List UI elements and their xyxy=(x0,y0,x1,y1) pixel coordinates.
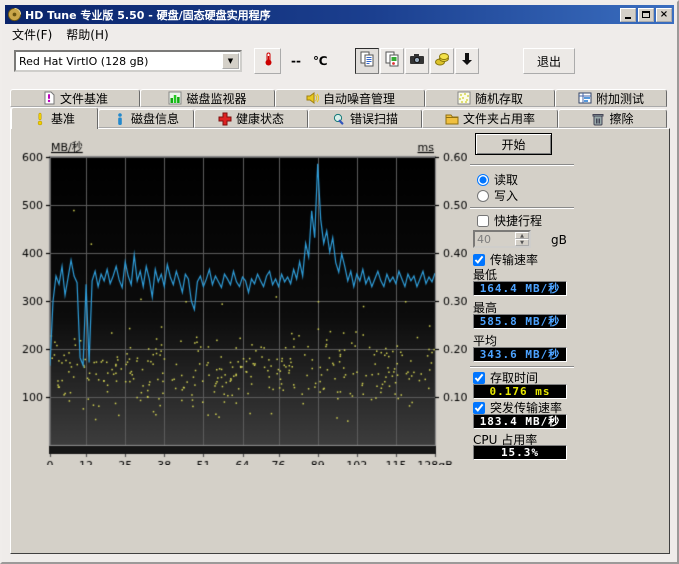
tab-label: 附加测试 xyxy=(596,90,644,107)
drive-select-value: Red Hat VirtIO (128 gB) xyxy=(16,55,222,68)
write-radio-label: 写入 xyxy=(494,187,518,204)
tab-health[interactable]: 健康状态 xyxy=(194,109,308,128)
tab-label: 错误扫描 xyxy=(350,110,398,127)
maximize-button[interactable] xyxy=(638,8,654,22)
start-button[interactable]: 开始 xyxy=(475,133,552,155)
spinner-down-button[interactable]: ▼ xyxy=(515,239,529,246)
separator xyxy=(470,164,574,166)
chevron-down-icon[interactable]: ▼ xyxy=(222,53,239,69)
burst-rate-value: 183.4 MB/秒 xyxy=(473,414,567,429)
file-benchmark-icon xyxy=(42,91,56,105)
benchmark-chart xyxy=(12,140,467,465)
coins-icon xyxy=(434,51,450,71)
access-time-checkbox[interactable] xyxy=(473,372,485,384)
cpu-usage-value: 15.3% xyxy=(473,445,567,460)
maximize-icon xyxy=(642,11,650,18)
short-stroke-unit: gB xyxy=(551,233,567,247)
temperature-unit: ℃ xyxy=(313,54,328,68)
separator xyxy=(470,366,574,368)
thermometer-icon xyxy=(260,51,276,71)
tab-label: 随机存取 xyxy=(475,90,523,107)
write-radio[interactable] xyxy=(477,190,489,202)
transfer-rate-checkbox[interactable] xyxy=(473,254,485,266)
short-stroke-spinner: ▲ ▼ xyxy=(473,230,531,248)
tab-label: 健康状态 xyxy=(236,110,284,127)
copy-text-button[interactable] xyxy=(355,48,379,74)
tab-file-benchmark[interactable]: 文件基准 xyxy=(10,89,140,107)
burst-rate-checkbox[interactable] xyxy=(473,402,485,414)
drive-select[interactable]: Red Hat VirtIO (128 gB) ▼ xyxy=(14,50,242,72)
min-value: 164.4 MB/秒 xyxy=(473,281,567,296)
close-icon: × xyxy=(660,10,668,19)
access-time-value: 0.176 ms xyxy=(473,384,567,399)
disk-monitor-icon xyxy=(168,91,182,105)
exit-button[interactable]: 退出 xyxy=(523,48,575,74)
tab-label: 擦除 xyxy=(609,110,633,127)
tab-label: 文件夹占用率 xyxy=(463,110,535,127)
transfer-rate-label: 传输速率 xyxy=(490,251,538,268)
save-results-button[interactable] xyxy=(455,48,479,74)
short-stroke-input[interactable] xyxy=(475,232,515,246)
down-arrow-icon xyxy=(459,51,475,71)
tab-row-bottom: 基准 磁盘信息 健康状态 错误扫描 文件夹占用率 擦除 xyxy=(10,107,670,128)
menubar: 文件(F) 帮助(H) xyxy=(5,25,674,43)
benchmark-icon xyxy=(33,112,47,126)
tab-error-scan[interactable]: 错误扫描 xyxy=(308,109,422,128)
tab-benchmark[interactable]: 基准 xyxy=(10,107,98,129)
short-stroke-checkbox[interactable] xyxy=(477,215,489,227)
close-button[interactable]: × xyxy=(656,8,672,22)
minimize-button[interactable] xyxy=(620,8,636,22)
copy-image-icon xyxy=(384,51,400,71)
tab-label: 自动噪音管理 xyxy=(323,90,395,107)
copy-text-icon xyxy=(359,51,375,71)
app-window: HD Tune 专业版 5.50 - 硬盘/固态硬盘实用程序 × 文件(F) 帮… xyxy=(0,0,679,564)
tab-noise-management[interactable]: 自动噪音管理 xyxy=(275,89,425,107)
donate-button[interactable] xyxy=(430,48,454,74)
tab-label: 文件基准 xyxy=(60,90,108,107)
disk-info-icon xyxy=(113,112,127,126)
tab-label: 基准 xyxy=(51,110,75,127)
tab-random-access[interactable]: 随机存取 xyxy=(425,89,555,107)
read-radio[interactable] xyxy=(477,174,489,186)
copy-image-button[interactable] xyxy=(380,48,404,74)
menu-file[interactable]: 文件(F) xyxy=(5,25,59,44)
noise-management-icon xyxy=(305,91,319,105)
tab-row-top: 文件基准 磁盘监视器 自动噪音管理 随机存取 附加测试 xyxy=(10,88,670,107)
camera-icon xyxy=(409,51,425,71)
menu-help[interactable]: 帮助(H) xyxy=(59,25,115,44)
read-radio-label: 读取 xyxy=(494,171,518,188)
app-icon xyxy=(7,7,22,22)
avg-value: 343.6 MB/秒 xyxy=(473,347,567,362)
max-value: 585.8 MB/秒 xyxy=(473,314,567,329)
tab-label: 磁盘监视器 xyxy=(186,90,246,107)
extra-tests-icon xyxy=(578,91,592,105)
health-icon xyxy=(218,112,232,126)
temperature-value: -- xyxy=(291,54,301,68)
random-access-icon xyxy=(457,91,471,105)
folder-usage-icon xyxy=(445,112,459,126)
erase-icon xyxy=(591,112,605,126)
tab-extra-tests[interactable]: 附加测试 xyxy=(555,89,667,107)
tab-label: 磁盘信息 xyxy=(131,110,179,127)
tab-erase[interactable]: 擦除 xyxy=(558,109,667,128)
window-title: HD Tune 专业版 5.50 - 硬盘/固态硬盘实用程序 xyxy=(25,7,618,23)
short-stroke-row: 快捷行程 xyxy=(477,212,542,229)
screenshot-button[interactable] xyxy=(405,48,429,74)
error-scan-icon xyxy=(332,112,346,126)
temperature-button[interactable] xyxy=(254,48,281,74)
tab-folder-usage[interactable]: 文件夹占用率 xyxy=(422,109,558,128)
read-radio-row: 读取 xyxy=(477,171,518,188)
separator xyxy=(470,207,574,209)
write-radio-row: 写入 xyxy=(477,187,518,204)
minimize-icon xyxy=(625,17,631,19)
toolbar-buttons xyxy=(355,48,479,74)
short-stroke-label: 快捷行程 xyxy=(494,212,542,229)
tab-disk-info[interactable]: 磁盘信息 xyxy=(98,109,194,128)
tab-disk-monitor[interactable]: 磁盘监视器 xyxy=(140,89,275,107)
titlebar[interactable]: HD Tune 专业版 5.50 - 硬盘/固态硬盘实用程序 × xyxy=(5,5,674,24)
spinner-up-button[interactable]: ▲ xyxy=(515,232,529,239)
